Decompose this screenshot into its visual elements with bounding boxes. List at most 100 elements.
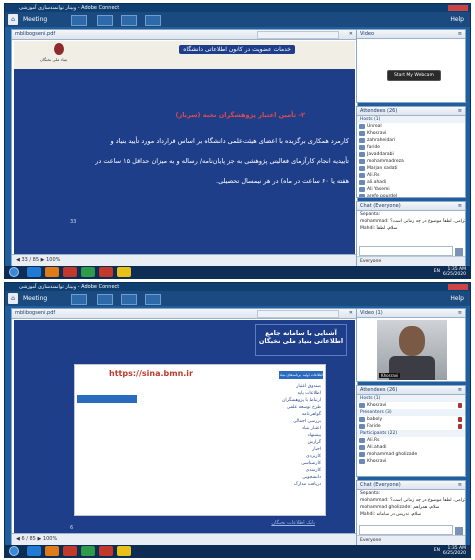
- chat-input[interactable]: [359, 246, 453, 256]
- media-player-icon[interactable]: [63, 546, 77, 556]
- ie-browser-icon[interactable]: [27, 546, 41, 556]
- hosts-section-header[interactable]: Hosts (1): [357, 116, 465, 123]
- pod-menu-icon[interactable]: ≡: [458, 386, 462, 394]
- window-close-button[interactable]: [448, 284, 468, 290]
- chat-recipient-select[interactable]: Everyone: [357, 256, 465, 266]
- zoom-level[interactable]: 100%: [43, 536, 57, 542]
- firefox-icon[interactable]: [45, 267, 59, 277]
- windows-start-icon[interactable]: [9, 267, 19, 277]
- slide-title-line-2: اطلاعاتی بنیاد ملی نخبگان: [258, 337, 344, 345]
- attendee-row[interactable]: Ali.ahadi: [357, 444, 465, 451]
- menu-meeting[interactable]: Meeting: [23, 291, 47, 306]
- attendee-row[interactable]: Ali.Rs: [357, 437, 465, 444]
- chat-message: mohammad gholizade: سلام، همراهم: [360, 505, 440, 510]
- chat-recipient-select[interactable]: Everyone: [357, 535, 465, 545]
- attendees-pod-title: Attendees (26): [360, 387, 398, 393]
- excel-icon[interactable]: [81, 267, 95, 277]
- attendee-row[interactable]: Marjan sadati: [357, 165, 465, 172]
- pod-menu-icon[interactable]: ≡: [458, 30, 462, 38]
- firefox-icon[interactable]: [45, 546, 59, 556]
- attendee-name: Khosravi: [367, 459, 387, 464]
- pod-menu-icon[interactable]: ≡: [458, 202, 462, 210]
- pod-menu-icon[interactable]: ≡: [458, 481, 462, 489]
- pod-close-icon[interactable]: ✕: [349, 309, 353, 318]
- user-icon: [359, 459, 365, 464]
- microphone-icon[interactable]: [97, 294, 113, 305]
- chat-input[interactable]: [359, 525, 453, 535]
- start-webcam-button[interactable]: Start My Webcam: [387, 70, 441, 81]
- share-toolbar[interactable]: [257, 310, 339, 318]
- microphone-icon[interactable]: [97, 15, 113, 26]
- attendee-row[interactable]: Javaddarabi: [357, 151, 465, 158]
- file-explorer-icon[interactable]: [117, 546, 131, 556]
- page-indicator[interactable]: 6 / 85: [21, 536, 35, 542]
- attendee-row[interactable]: Ali Yasemi: [357, 186, 465, 193]
- ie-browser-icon[interactable]: [27, 267, 41, 277]
- menu-help[interactable]: Help: [450, 12, 464, 27]
- pod-menu-icon[interactable]: ≡: [458, 309, 462, 317]
- prev-page-icon[interactable]: ◀: [16, 257, 20, 263]
- site-menu-item: اخبار: [312, 447, 321, 452]
- send-icon[interactable]: [455, 527, 463, 535]
- acrobat-icon[interactable]: [99, 546, 113, 556]
- attendee-row[interactable]: mohammad gholizade: [357, 451, 465, 458]
- tray-language[interactable]: EN: [434, 269, 440, 274]
- site-url: https://sina.bmn.ir: [109, 369, 193, 378]
- windows-start-icon[interactable]: [9, 546, 19, 556]
- chat-message: mohammad: ضمیر گرامی، لطفاً موضوع در چه …: [360, 219, 465, 224]
- site-menu-bar: اطلاعات اولیه برنامه‌های بنیاد ثبت درخواست…: [245, 371, 323, 379]
- page-indicator[interactable]: 33 / 85: [21, 257, 39, 263]
- window-close-button[interactable]: [448, 5, 468, 11]
- menu-help[interactable]: Help: [450, 291, 464, 306]
- audio-icon[interactable]: [71, 15, 87, 26]
- attendee-row[interactable]: Ali.Rs: [357, 172, 465, 179]
- attendee-name: zahraheidari: [367, 138, 396, 143]
- taskbar-clock[interactable]: 1:35 AM 6/25/2020: [443, 267, 466, 277]
- media-player-icon[interactable]: [63, 267, 77, 277]
- attendee-row[interactable]: zahraheidari: [357, 137, 465, 144]
- attendee-row[interactable]: baboly: [357, 416, 465, 423]
- chat-message: Mahdi: سلام، تدریس در سامانه: [360, 512, 422, 517]
- share-toolbar[interactable]: [257, 31, 339, 39]
- audio-icon[interactable]: [71, 294, 87, 305]
- hosts-section-header[interactable]: Hosts (1): [357, 395, 465, 402]
- file-explorer-icon[interactable]: [117, 267, 131, 277]
- windows-taskbar: EN 1:35 AM 6/25/2020: [5, 545, 470, 557]
- attendee-name: Faride: [367, 424, 381, 429]
- participants-section-header[interactable]: Participants (22): [357, 430, 465, 437]
- raise-hand-icon[interactable]: [145, 294, 161, 305]
- send-icon[interactable]: [455, 248, 463, 256]
- video-pod-title: Video: [360, 31, 375, 37]
- attendee-row[interactable]: arefe pourdel: [357, 193, 465, 197]
- excel-icon[interactable]: [81, 546, 95, 556]
- pod-close-icon[interactable]: ✕: [349, 30, 353, 39]
- chat-pod-title: Chat (Everyone): [360, 482, 401, 488]
- taskbar-clock[interactable]: 1:35 AM 6/25/2020: [443, 546, 466, 556]
- webcam-icon[interactable]: [121, 15, 137, 26]
- webcam-icon[interactable]: [121, 294, 137, 305]
- next-page-icon[interactable]: ▶: [37, 536, 41, 542]
- slide-heading: ۲- تأمین اعتبار پژوهشگران نخبه (سرباز): [175, 111, 305, 119]
- attendee-row[interactable]: Unreal: [357, 123, 465, 130]
- attendee-row[interactable]: Khosravi: [357, 458, 465, 465]
- attendee-row[interactable]: Khosravi: [357, 130, 465, 137]
- attendees-pod-title: Attendees (26): [360, 108, 398, 114]
- next-page-icon[interactable]: ▶: [41, 257, 45, 263]
- slide-body-line-2: تأییدیه انجام کارآزمای فعالیتی پژوهشی به…: [95, 157, 349, 165]
- window-titlebar: وبینار توانمندسازی آموزشی - Adobe Connec…: [5, 4, 470, 12]
- pod-menu-icon[interactable]: ≡: [458, 107, 462, 115]
- attendee-row[interactable]: Faride: [357, 423, 465, 430]
- site-menu-tab: سوابق: [244, 373, 255, 377]
- zoom-level[interactable]: 100%: [46, 257, 60, 263]
- attendee-row[interactable]: ali.ahadi: [357, 179, 465, 186]
- tray-language[interactable]: EN: [434, 548, 440, 553]
- presenters-section-header[interactable]: Presenters (3): [357, 409, 465, 416]
- chat-message-list: Sepanta: mohammad: ضمیر گرامی، لطفاً موضو…: [357, 490, 465, 518]
- attendee-row[interactable]: mohammadreza: [357, 158, 465, 165]
- acrobat-icon[interactable]: [99, 267, 113, 277]
- menu-meeting[interactable]: Meeting: [23, 12, 47, 27]
- raise-hand-icon[interactable]: [145, 15, 161, 26]
- prev-page-icon[interactable]: ◀: [16, 536, 20, 542]
- attendee-row[interactable]: Khosravi: [357, 402, 465, 409]
- attendee-row[interactable]: faride: [357, 144, 465, 151]
